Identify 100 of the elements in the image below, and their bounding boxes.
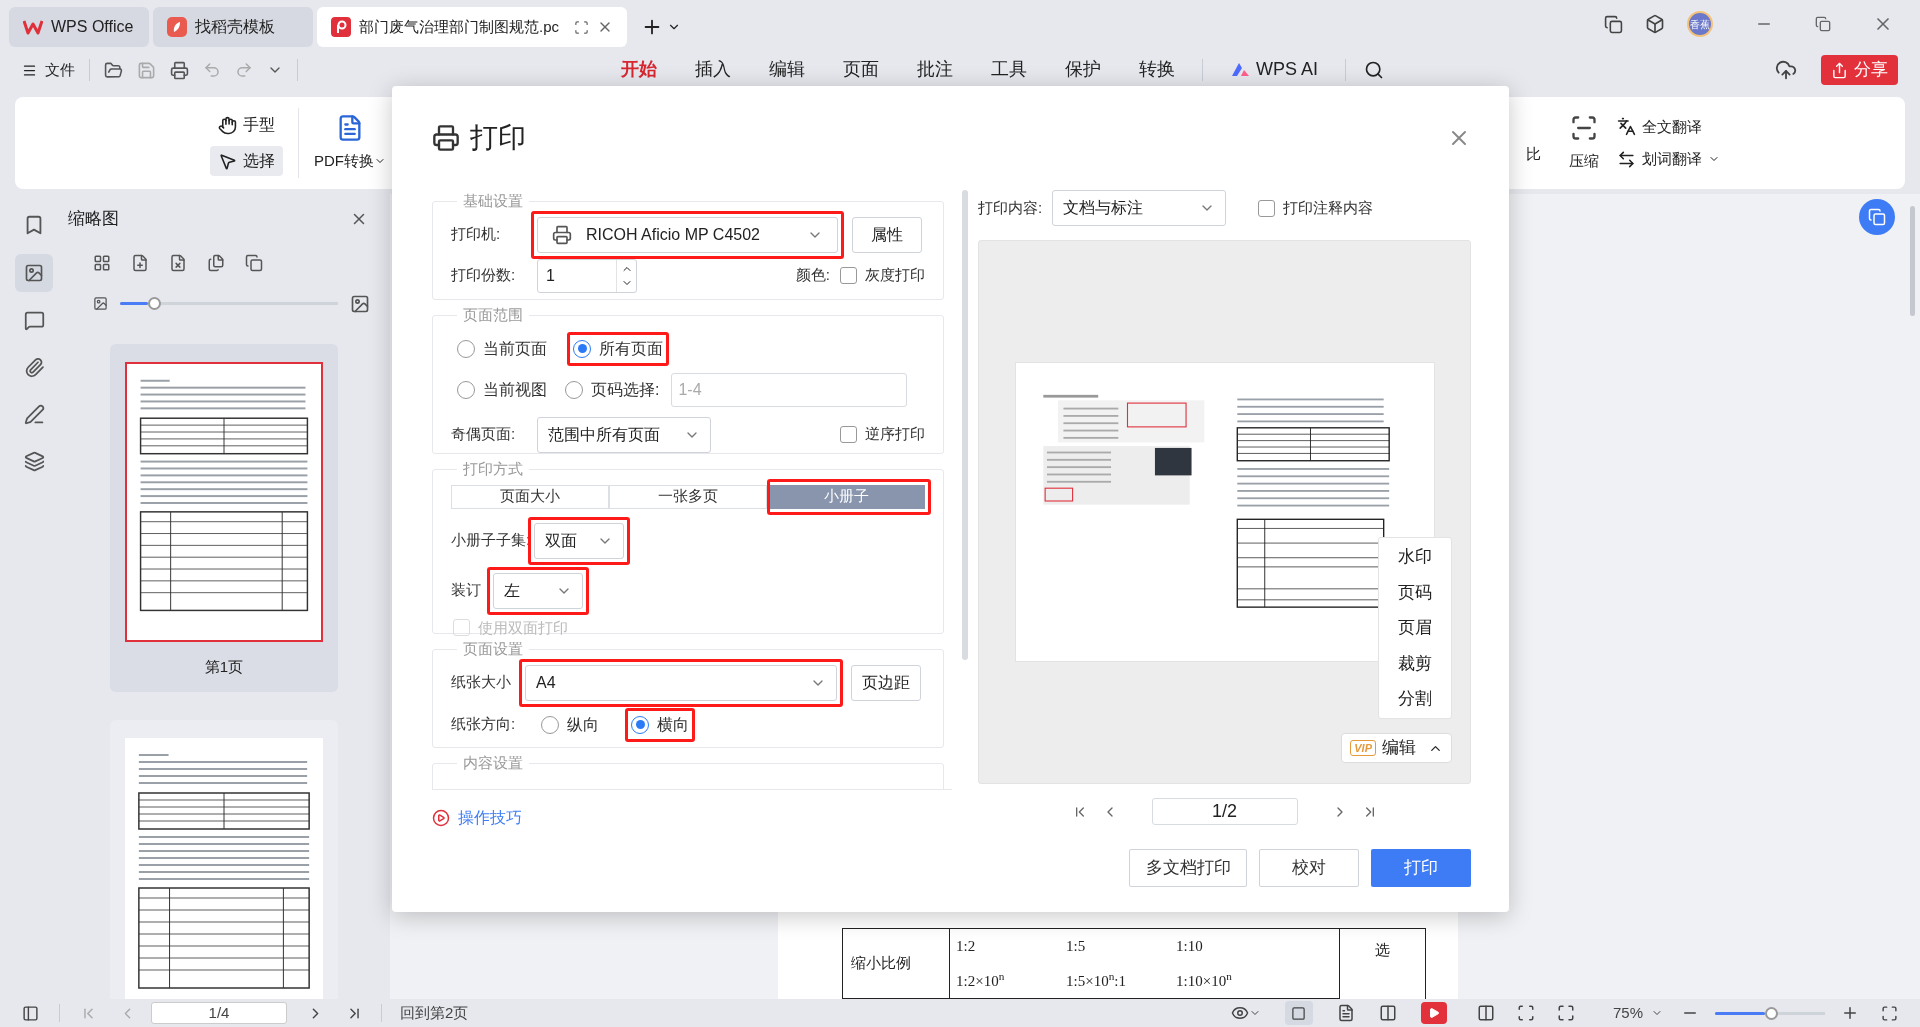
zoom-slider-thumb[interactable] <box>1764 1006 1778 1020</box>
copy-pages-icon[interactable] <box>207 253 225 272</box>
print-mode-tab[interactable]: 一张多页 <box>609 484 767 509</box>
printer-select[interactable]: RICOH Aficio MP C4502 <box>537 216 838 253</box>
ribbon-tab[interactable]: 工具 <box>972 52 1046 88</box>
large-image-icon[interactable] <box>350 293 370 314</box>
zoom-level[interactable]: 75% <box>1612 1001 1643 1025</box>
fit-width-icon[interactable] <box>1556 1004 1575 1022</box>
mode-button[interactable]: 选择 <box>210 146 283 176</box>
ribbon-tab[interactable]: WPS AI <box>1211 52 1337 88</box>
play-button[interactable] <box>1420 1002 1447 1024</box>
menu-item[interactable]: 页码 <box>1398 579 1432 605</box>
add-page-icon[interactable] <box>131 253 149 272</box>
size-slider-fill[interactable] <box>120 302 149 305</box>
radio-option[interactable]: 纵向 <box>541 712 600 737</box>
zoom-in-icon[interactable] <box>1841 1004 1859 1022</box>
window-tab[interactable]: 找稻壳模板 <box>153 7 313 47</box>
menu-item[interactable]: 水印 <box>1398 544 1432 570</box>
grid-icon[interactable] <box>93 253 111 272</box>
properties-button[interactable]: 属性 <box>852 216 922 253</box>
radio-option[interactable]: 当前视图 <box>457 377 547 402</box>
compress-button[interactable]: 压缩 <box>1569 113 1599 173</box>
checkbox[interactable] <box>840 267 857 284</box>
window-tab[interactable]: WPS Office <box>9 7 149 47</box>
thumbnail-toggle[interactable] <box>15 254 53 292</box>
duplicate-icon[interactable] <box>245 253 263 272</box>
page-thumbnail[interactable] <box>110 720 338 999</box>
menu-icon[interactable] <box>22 62 37 78</box>
page-label: 第1页 <box>204 656 244 677</box>
window-tab[interactable]: 部门废气治理部门制图规范.pc <box>317 7 627 47</box>
eye-icon[interactable] <box>1230 1004 1249 1022</box>
print-button[interactable]: 打印 <box>1371 849 1471 887</box>
paper-size-select[interactable]: A4 <box>525 664 837 701</box>
page-number-field[interactable]: 1/4 <box>151 1002 287 1024</box>
ribbon-tab[interactable]: 插入 <box>676 52 750 88</box>
ribbon-tab[interactable]: 批注 <box>898 52 972 88</box>
print-content-select[interactable]: 文档与标注 <box>1052 190 1227 226</box>
menu-item[interactable]: 裁剪 <box>1398 650 1432 676</box>
ribbon-tab[interactable]: 编辑 <box>750 52 824 88</box>
file-menu[interactable]: 文件 <box>45 58 75 82</box>
scrollbar[interactable] <box>962 190 968 660</box>
menu-item[interactable]: 页眉 <box>1398 615 1432 641</box>
split-icon[interactable] <box>1476 1004 1495 1022</box>
checkbox[interactable] <box>840 426 857 443</box>
mode-button[interactable]: 手型 <box>210 110 283 140</box>
margins-button[interactable]: 页边距 <box>851 664 921 701</box>
checkbox-option[interactable]: 打印注释内容 <box>1258 196 1374 220</box>
translate-full-button[interactable]: 全文翻译 <box>1617 115 1720 138</box>
single-page-toggle[interactable] <box>1284 1001 1313 1025</box>
small-image-icon[interactable] <box>93 296 108 311</box>
ribbon-tab[interactable]: 页面 <box>824 52 898 88</box>
continuous-icon[interactable] <box>1336 1004 1355 1022</box>
search-icon[interactable] <box>1364 60 1384 80</box>
tips-link[interactable]: 操作技巧 <box>458 806 522 830</box>
print-mode-tab[interactable]: 页面大小 <box>451 484 609 509</box>
radio-option[interactable]: 横向 <box>631 712 690 737</box>
page-thumbnail[interactable]: 第1页 <box>110 343 338 692</box>
ribbon-tab[interactable]: 转换 <box>1120 52 1194 88</box>
preview-page-field[interactable]: 1/2 <box>1151 798 1298 825</box>
size-slider-thumb[interactable] <box>148 297 162 310</box>
edit-button[interactable]: VIP 编辑 <box>1341 733 1452 763</box>
two-page-icon[interactable] <box>1378 1004 1397 1022</box>
open-folder-icon[interactable] <box>104 60 123 80</box>
radio-option[interactable]: 当前页面 <box>457 336 547 361</box>
dialog-button[interactable]: 校对 <box>1259 849 1359 887</box>
field-label: 小册子子集: <box>451 530 531 551</box>
layers-icon[interactable] <box>23 451 45 472</box>
menu-item[interactable]: 分割 <box>1398 686 1432 712</box>
binding-select[interactable]: 左 <box>493 572 583 609</box>
delete-page-icon[interactable] <box>169 253 187 272</box>
radio-option[interactable]: 所有页面 <box>573 336 663 361</box>
cube-icon[interactable] <box>1645 14 1665 34</box>
ribbon-tab[interactable]: 保护 <box>1046 52 1120 88</box>
cloud-upload-icon[interactable] <box>1775 59 1797 81</box>
compare-label[interactable]: 比 <box>1526 142 1541 165</box>
copies-field[interactable]: 1 <box>537 258 637 293</box>
attachment-icon[interactable] <box>23 357 45 378</box>
back-to-page-link[interactable]: 回到第2页 <box>400 1001 469 1025</box>
sidebar-icon[interactable] <box>22 1004 39 1022</box>
pen-icon[interactable] <box>23 404 45 425</box>
pdf-convert-button[interactable]: PDF转换 <box>314 113 386 173</box>
fullscreen-icon[interactable] <box>1881 1004 1898 1022</box>
fit-page-icon[interactable] <box>1516 1004 1535 1022</box>
dialog-button[interactable]: 多文档打印 <box>1129 849 1247 887</box>
share-button[interactable]: 分享 <box>1821 55 1898 85</box>
print-icon[interactable] <box>170 60 189 80</box>
booklet-subset-select[interactable]: 双面 <box>534 522 625 559</box>
restore-icon[interactable] <box>1815 16 1831 32</box>
translate-word-button[interactable]: 划词翻译 <box>1617 148 1720 171</box>
page-range-field[interactable]: 1-4 <box>671 372 908 407</box>
user-avatar[interactable]: 香蕉 <box>1687 11 1713 37</box>
odd-even-select[interactable]: 范围中所有页面 <box>537 416 711 453</box>
checkbox-option[interactable]: 灰度打印 <box>840 264 925 287</box>
zoom-slider-fill[interactable] <box>1715 1011 1765 1015</box>
radio-option[interactable]: 页码选择: <box>565 377 660 402</box>
checkbox-option[interactable]: 逆序打印 <box>840 423 925 446</box>
comment-icon[interactable] <box>23 310 45 331</box>
checkbox[interactable] <box>1258 199 1276 217</box>
window-icon[interactable] <box>1604 14 1623 34</box>
field-label: 打印机: <box>451 224 502 245</box>
